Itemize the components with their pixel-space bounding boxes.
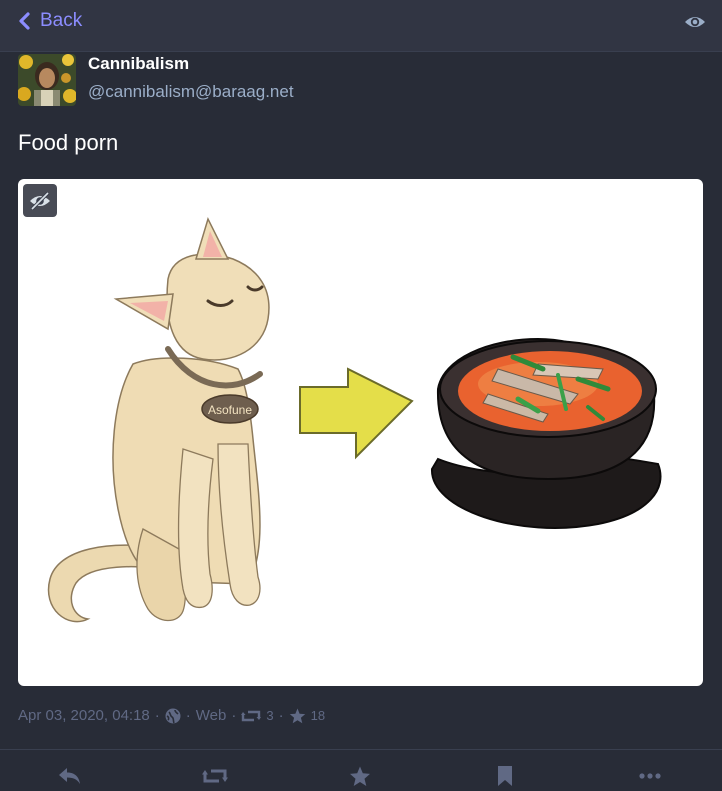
account-handle[interactable]: @cannibalism@baraag.net — [88, 82, 294, 102]
status-date[interactable]: Apr 03, 2020, 04:18 — [18, 707, 150, 724]
avatar[interactable] — [18, 54, 76, 106]
media-attachment[interactable]: Asofune — [18, 179, 703, 686]
meta-separator: · — [278, 707, 284, 724]
more-button[interactable] — [637, 764, 663, 788]
favourite-button[interactable] — [347, 764, 373, 788]
display-name[interactable]: Cannibalism — [88, 54, 189, 74]
media-image: Asofune — [47, 216, 662, 623]
meta-separator: · — [154, 707, 160, 724]
action-bar — [0, 750, 722, 791]
retweet-icon — [202, 769, 228, 783]
eye-slash-icon — [30, 191, 50, 210]
arrow-shape — [299, 367, 414, 460]
back-button[interactable]: Back — [18, 8, 82, 34]
star-icon — [350, 766, 370, 786]
cat-tag-text: Asofune — [208, 403, 252, 417]
bookmark-icon — [498, 766, 512, 786]
status-detail-page: Back Cannibalism @cannibalism@baraag.net… — [0, 0, 722, 791]
reply-icon — [59, 768, 80, 784]
toggle-visibility-button[interactable] — [684, 12, 706, 32]
status-meta: Apr 03, 2020, 04:18 · · Web · 3 · 18 — [18, 707, 325, 724]
meta-separator: · — [231, 707, 237, 724]
star-icon[interactable] — [289, 708, 306, 724]
stew-illustration — [430, 337, 662, 529]
reblog-button[interactable] — [202, 764, 228, 788]
reblogs-count[interactable]: 3 — [266, 708, 273, 723]
status-application: Web — [195, 707, 227, 724]
meta-separator: · — [185, 707, 191, 724]
status-content: Food porn — [18, 130, 119, 155]
back-label: Back — [40, 10, 83, 31]
retweet-icon[interactable] — [241, 709, 262, 723]
globe-icon — [165, 708, 181, 723]
column-header: Back — [0, 0, 722, 52]
eye-icon — [685, 17, 705, 27]
bookmark-button[interactable] — [492, 764, 518, 788]
ellipsis-icon — [639, 773, 661, 779]
hide-media-button[interactable] — [23, 184, 57, 217]
reply-button[interactable] — [57, 764, 83, 788]
chevron-left-icon — [19, 12, 30, 30]
cat-illustration: Asofune — [47, 216, 270, 623]
favourites-count[interactable]: 18 — [311, 708, 325, 723]
